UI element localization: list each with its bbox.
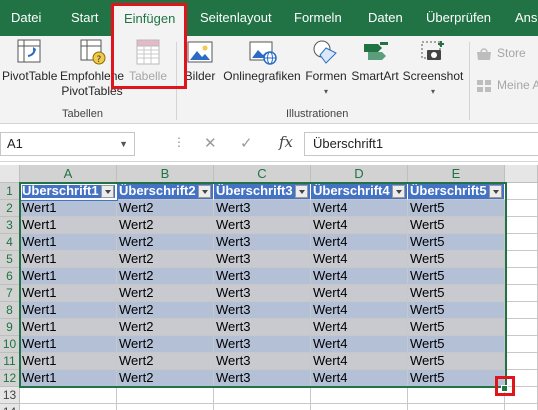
tab-formeln[interactable]: Formeln [294, 0, 342, 36]
group-divider [469, 42, 470, 120]
tab-start[interactable]: Start [71, 0, 98, 36]
empty-cell[interactable] [408, 387, 505, 404]
store-button[interactable]: Store [476, 46, 526, 61]
row-header[interactable]: 13 [0, 387, 20, 404]
row-header[interactable]: 12 [0, 370, 20, 387]
tables-group-label: Tabellen [62, 108, 103, 120]
tab-seitenlayout[interactable]: Seitenlayout [200, 0, 272, 36]
column-header-e[interactable]: E [408, 165, 505, 183]
confirm-icon[interactable]: ✓ [240, 134, 253, 152]
empty-cell[interactable] [505, 302, 538, 319]
store-icon [477, 48, 491, 60]
online-pictures-button[interactable]: Onlinegrafiken [222, 38, 302, 84]
empty-cell[interactable] [117, 387, 214, 404]
column-header-f[interactable] [505, 165, 538, 183]
formula-bar: A1 ▼ ⋮ ✕ ✓ fx Überschrift1 [0, 125, 538, 162]
empty-cell[interactable] [505, 234, 538, 251]
pivottable-button[interactable]: PivotTable [2, 38, 58, 84]
insert-function-icon[interactable]: fx [279, 133, 293, 151]
pictures-icon [187, 41, 213, 63]
ribbon-tab-bar: Datei Start Einfügen Seitenlayout Formel… [0, 0, 538, 36]
shapes-button[interactable]: Formen ▾ [304, 38, 348, 99]
row-header[interactable]: 4 [0, 234, 20, 251]
row-header[interactable]: 10 [0, 336, 20, 353]
row-header[interactable]: 3 [0, 217, 20, 234]
name-box[interactable]: A1 ▼ [0, 132, 135, 156]
empty-cell[interactable] [311, 404, 408, 410]
row-header[interactable]: 14 [0, 404, 20, 410]
worksheet-grid: A B C D E 1 Überschrift1 Überschrift2 Überschrif… [0, 165, 538, 410]
empty-cell[interactable] [505, 217, 538, 234]
recommended-pivottables-icon: ? [80, 39, 106, 65]
empty-cell[interactable] [408, 404, 505, 410]
row-header[interactable]: 5 [0, 251, 20, 268]
shapes-label: Formen [305, 69, 347, 83]
row-header[interactable]: 7 [0, 285, 20, 302]
screenshot-icon [421, 41, 444, 60]
select-all-corner[interactable] [0, 165, 20, 183]
my-addins-icon [477, 79, 491, 92]
row-header[interactable]: 9 [0, 319, 20, 336]
empty-cell[interactable] [20, 387, 117, 404]
online-pictures-label: Onlinegrafiken [223, 69, 301, 83]
smartart-button[interactable]: SmartArt [350, 38, 400, 84]
formula-input[interactable]: Überschrift1 [304, 132, 538, 156]
smartart-icon [364, 42, 388, 60]
illustrations-group-label: Illustrationen [286, 108, 349, 120]
svg-text:?: ? [97, 55, 102, 65]
empty-cell[interactable] [311, 387, 408, 404]
name-box-dropdown-icon[interactable]: ▼ [119, 133, 128, 155]
pivottable-label: PivotTable [2, 69, 58, 83]
tab-and-table-highlight [111, 3, 187, 89]
empty-cell[interactable] [505, 183, 538, 200]
column-header-d[interactable]: D [311, 165, 408, 183]
my-addins-button[interactable]: Meine A [476, 78, 538, 93]
empty-cell[interactable] [505, 319, 538, 336]
empty-cell[interactable] [505, 404, 538, 410]
empty-cell[interactable] [505, 200, 538, 217]
column-header-b[interactable]: B [117, 165, 214, 183]
row-header[interactable]: 6 [0, 268, 20, 285]
empty-cell[interactable] [505, 285, 538, 302]
my-addins-label: Meine A [497, 78, 538, 92]
table-range-border [19, 182, 507, 388]
empty-cell[interactable] [505, 336, 538, 353]
shapes-icon [313, 40, 337, 64]
row-header[interactable]: 1 [0, 183, 20, 200]
pictures-label: Bilder [184, 69, 216, 83]
empty-cell[interactable] [20, 404, 117, 410]
row-header[interactable]: 2 [0, 200, 20, 217]
column-header-c[interactable]: C [214, 165, 311, 183]
formula-bar-grip-icon: ⋮ [173, 135, 185, 149]
empty-cell[interactable] [214, 404, 311, 410]
tab-datei[interactable]: Datei [11, 0, 41, 36]
resize-handle-highlight [495, 376, 515, 396]
store-label: Store [497, 46, 526, 60]
screenshot-button[interactable]: Screenshot ▾ [402, 38, 464, 99]
cancel-icon[interactable]: ✕ [204, 134, 217, 152]
empty-cell[interactable] [505, 353, 538, 370]
screenshot-dropdown-icon: ▾ [430, 87, 435, 96]
empty-cell[interactable] [117, 404, 214, 410]
name-box-value: A1 [7, 136, 23, 151]
online-pictures-icon [249, 41, 277, 65]
column-header-a[interactable]: A [20, 165, 117, 183]
empty-cell[interactable] [505, 251, 538, 268]
row-header[interactable]: 8 [0, 302, 20, 319]
smartart-label: SmartArt [351, 69, 399, 83]
tab-ansicht[interactable]: Ansi [515, 0, 538, 36]
row-header[interactable]: 11 [0, 353, 20, 370]
empty-cell[interactable] [214, 387, 311, 404]
empty-cell[interactable] [505, 268, 538, 285]
shapes-dropdown-icon: ▾ [323, 87, 328, 96]
pivottable-icon [17, 39, 41, 63]
tab-daten[interactable]: Daten [368, 0, 403, 36]
tab-ueberpruefen[interactable]: Überprüfen [426, 0, 491, 36]
ribbon-panel: PivotTable ? Empfohlene PivotTables Tabe… [0, 36, 538, 124]
screenshot-label: Screenshot [402, 69, 464, 83]
